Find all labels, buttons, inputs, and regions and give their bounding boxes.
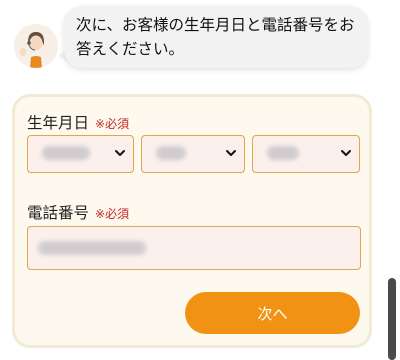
operator-avatar-icon (14, 24, 58, 68)
dob-label: 生年月日 (27, 114, 90, 132)
chevron-down-icon (341, 150, 351, 156)
operator-avatar (14, 24, 58, 68)
birth-year-select[interactable] (27, 135, 134, 173)
phone-required-badge: ※必須 (95, 207, 130, 221)
chat-bubble: 次に、お客様の生年月日と電話番号をお答えください。 (64, 6, 368, 68)
birth-day-select[interactable] (252, 135, 360, 173)
birth-month-select[interactable] (141, 135, 245, 173)
chat-message: 次に、お客様の生年月日と電話番号をお答えください。 (76, 16, 355, 58)
phone-label-row: 電話番号 ※必須 (27, 201, 129, 223)
chevron-down-icon (115, 150, 125, 156)
phone-label: 電話番号 (27, 204, 90, 222)
phone-value (38, 241, 146, 255)
dob-label-row: 生年月日 ※必須 (27, 111, 129, 133)
birth-year-value (42, 146, 90, 160)
birth-month-value (156, 146, 186, 160)
next-button[interactable]: 次へ (185, 292, 360, 334)
dob-required-badge: ※必須 (95, 117, 130, 131)
birth-day-value (267, 146, 299, 160)
chevron-down-icon (226, 150, 236, 156)
form-card: 生年月日 ※必須 電話番号 ※必須 次へ (12, 94, 372, 348)
scrollbar-thumb[interactable] (388, 278, 396, 360)
next-button-label: 次へ (257, 304, 288, 323)
phone-input[interactable] (27, 226, 361, 270)
